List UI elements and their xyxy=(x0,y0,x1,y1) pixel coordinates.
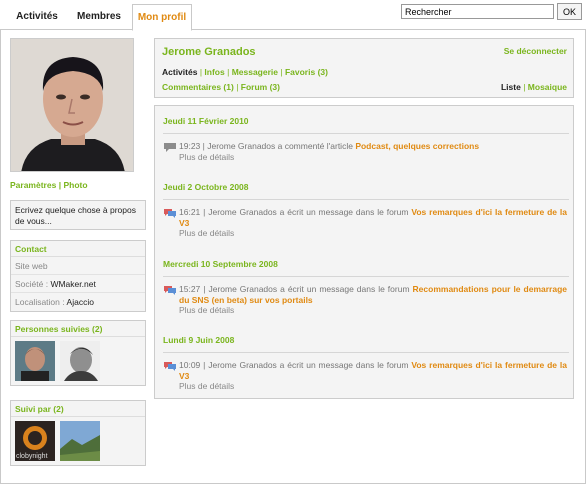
details-link[interactable]: Plus de détails xyxy=(163,228,567,239)
contact-box: Contact Site web Société : WMaker.net Lo… xyxy=(10,240,146,312)
search-ok-button[interactable]: OK xyxy=(557,3,582,20)
follower-avatar-1-caption: clobynight xyxy=(16,453,48,460)
follower-avatar-1[interactable]: clobynight xyxy=(15,421,55,461)
company-label: Société : xyxy=(15,279,49,289)
feed-date: Mercredi 10 Septembre 2008 xyxy=(163,259,278,269)
feed-date: Jeudi 11 Février 2010 xyxy=(163,116,249,126)
profile-header-panel: Jerome Granados Se déconnecter Activités… xyxy=(154,38,574,98)
forum-icon xyxy=(164,362,176,371)
nav-activites[interactable]: Activités xyxy=(162,67,197,77)
tab-activites[interactable]: Activités xyxy=(6,4,68,31)
following-avatar-1[interactable] xyxy=(15,341,55,381)
profile-nav-primary: Activités | Infos | Messagerie | Favoris… xyxy=(162,67,328,77)
location-label: Localisation : xyxy=(15,297,65,307)
settings-link[interactable]: Paramètres xyxy=(10,180,56,190)
profile-name: Jerome Granados xyxy=(162,46,256,58)
feed-time: 10:09 xyxy=(179,360,201,370)
nav-commentaires[interactable]: Commentaires (1) xyxy=(162,82,234,92)
details-link[interactable]: Plus de détails xyxy=(163,381,567,392)
nav-messagerie[interactable]: Messagerie xyxy=(232,67,278,77)
comment-icon xyxy=(164,143,176,152)
profile-links: Paramètres | Photo xyxy=(10,180,88,190)
feed-link[interactable]: Podcast, quelques corrections xyxy=(355,141,479,151)
contact-title: Contact xyxy=(11,241,145,257)
view-toggle: Liste | Mosaique xyxy=(500,82,567,92)
forum-icon xyxy=(164,209,176,218)
link-separator: | xyxy=(58,180,62,190)
company-value: WMaker.net xyxy=(50,279,96,289)
view-list-button[interactable]: Liste xyxy=(501,82,521,92)
location-row: Localisation : Ajaccio xyxy=(11,293,145,311)
feed-time: 19:23 xyxy=(179,141,201,151)
nav-favoris[interactable]: Favoris (3) xyxy=(285,67,328,77)
feed-date: Lundi 9 Juin 2008 xyxy=(163,335,235,345)
photo-link[interactable]: Photo xyxy=(63,180,87,190)
profile-nav-secondary: Commentaires (1) | Forum (3) xyxy=(162,82,280,92)
activity-feed: Jeudi 11 Février 2010 19:23 | Jerome Gra… xyxy=(154,105,574,399)
follower-avatar-2[interactable] xyxy=(59,421,100,461)
feed-time: 15:27 xyxy=(179,284,201,294)
feed-item: 16:21 | Jerome Granados a écrit un messa… xyxy=(163,207,567,239)
details-link[interactable]: Plus de détails xyxy=(163,305,567,316)
website-label: Site web xyxy=(15,261,48,271)
profile-photo[interactable] xyxy=(10,38,134,172)
feed-text: Jerome Granados a écrit un message dans … xyxy=(208,360,409,370)
nav-forum[interactable]: Forum (3) xyxy=(241,82,280,92)
feed-text: Jerome Granados a écrit un message dans … xyxy=(208,284,410,294)
search-input[interactable] xyxy=(401,4,554,19)
feed-item: 15:27 | Jerome Granados a écrit un messa… xyxy=(163,284,567,316)
feed-text: Jerome Granados a écrit un message dans … xyxy=(208,207,409,217)
nav-infos[interactable]: Infos xyxy=(204,67,224,77)
feed-text: Jerome Granados a commenté l'article xyxy=(207,141,353,151)
forum-icon xyxy=(164,286,176,295)
feed-time: 16:21 xyxy=(179,207,201,217)
location-value: Ajaccio xyxy=(66,297,94,307)
company-row: Société : WMaker.net xyxy=(11,275,145,293)
followers-box: Suivi par (2) clobynight xyxy=(10,400,146,466)
following-title: Personnes suivies (2) xyxy=(11,321,145,337)
feed-item: 19:23 | Jerome Granados a commenté l'art… xyxy=(163,141,567,162)
details-link[interactable]: Plus de détails xyxy=(163,152,567,163)
view-mosaic-button[interactable]: Mosaique xyxy=(528,82,567,92)
website-row: Site web xyxy=(11,257,145,275)
following-avatar-2[interactable] xyxy=(59,341,100,381)
feed-date: Jeudi 2 Octobre 2008 xyxy=(163,182,249,192)
tab-mon-profil[interactable]: Mon profil xyxy=(132,4,192,31)
tab-membres[interactable]: Membres xyxy=(70,4,128,31)
following-box: Personnes suivies (2) xyxy=(10,320,146,386)
logout-link[interactable]: Se déconnecter xyxy=(504,46,567,56)
feed-item: 10:09 | Jerome Granados a écrit un messa… xyxy=(163,360,567,392)
status-input[interactable]: Ecrivez quelque chose à propos de vous..… xyxy=(10,200,146,230)
followers-title: Suivi par (2) xyxy=(11,401,145,417)
